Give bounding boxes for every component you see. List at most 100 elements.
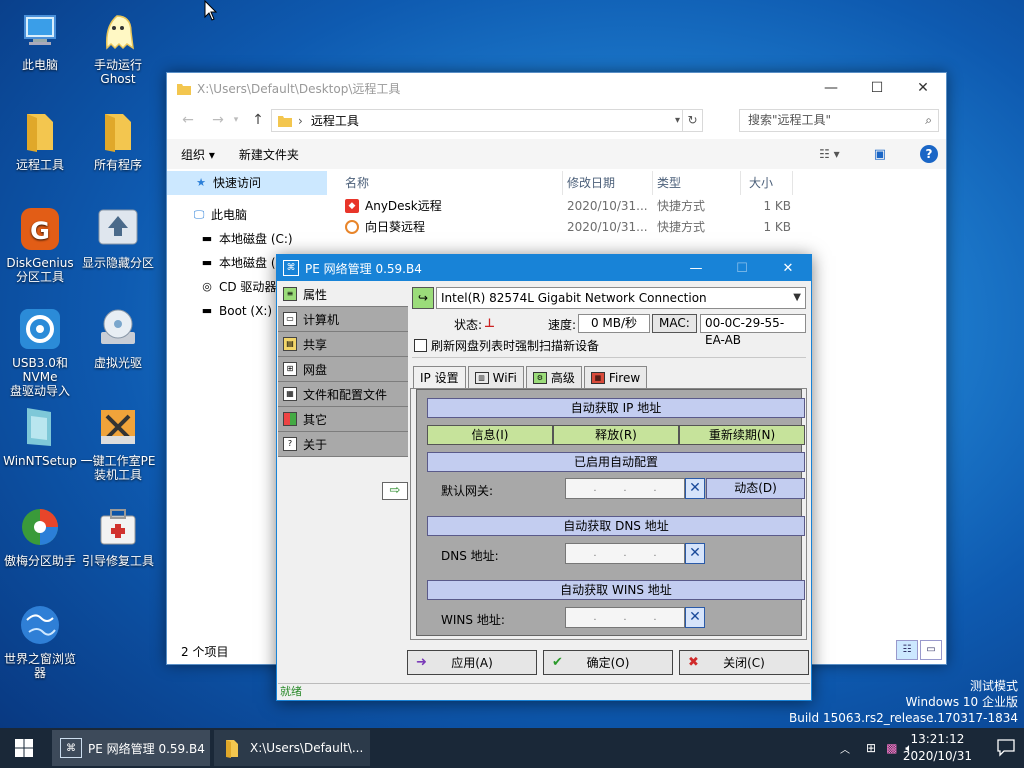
gateway-field[interactable]: ... <box>565 478 685 499</box>
sidebar-item-computer[interactable]: ▭ 计算机 <box>278 307 408 332</box>
adapter-select[interactable]: Intel(R) 82574L Gigabit Network Connecti… <box>436 287 806 309</box>
close-dialog-button[interactable]: ✖ 关闭(C) <box>679 650 809 675</box>
nav-drive-c[interactable]: ▬ 本地磁盘 (C:) <box>167 227 327 251</box>
column-name[interactable]: 名称 <box>337 171 563 195</box>
refresh-icon[interactable]: ↻ <box>682 110 702 131</box>
column-date[interactable]: 修改日期 <box>563 171 653 195</box>
notification-icon[interactable] <box>996 737 1018 759</box>
desktop-icon-label: 远程工具 <box>15 158 64 172</box>
maximize-button[interactable]: ☐ <box>719 255 765 281</box>
close-button[interactable]: ✕ <box>765 255 811 281</box>
nav-this-pc[interactable]: 🖵 此电脑 <box>167 203 327 227</box>
help-icon[interactable]: ? <box>920 145 938 163</box>
desktop-icon-boot-repair[interactable]: 引导修复工具 <box>78 504 158 568</box>
file-row[interactable]: 向日葵远程 2020/10/31... 快捷方式 1 KB <box>337 216 946 237</box>
clear-wins-icon[interactable]: ✕ <box>685 607 705 628</box>
file-list-header: 名称 修改日期 类型 大小 <box>337 171 946 195</box>
desktop-icon-aomei[interactable]: 傲梅分区助手 <box>0 504 80 568</box>
wins-auto-button[interactable]: 自动获取 WINS 地址 <box>427 580 805 600</box>
chevron-down-icon[interactable]: ▾ <box>229 115 243 125</box>
taskbar-item-explorer[interactable]: X:\Users\Default\... <box>214 730 370 766</box>
new-folder-button[interactable]: 新建文件夹 <box>239 146 299 163</box>
clear-gateway-icon[interactable]: ✕ <box>685 478 705 499</box>
column-type[interactable]: 类型 <box>653 171 741 195</box>
column-size[interactable]: 大小 <box>741 171 793 195</box>
auto-config-button[interactable]: 已启用自动配置 <box>427 452 805 472</box>
desktop-icon-winntsetup[interactable]: WinNTSetup <box>0 404 80 468</box>
checkbox[interactable] <box>414 339 427 352</box>
dynamic-button[interactable]: 动态(D) <box>706 478 805 499</box>
maximize-button[interactable]: ☐ <box>854 73 900 103</box>
ip-auto-button[interactable]: 自动获取 IP 地址 <box>427 398 805 418</box>
taskbar-item-pe-network[interactable]: ⌘ PE 网络管理 0.59.B4 <box>52 730 210 766</box>
tab-firewall[interactable]: ▦ Firew <box>583 366 648 388</box>
arrow-right-icon[interactable]: ⇨ <box>382 482 408 500</box>
desktop-icon-virtual-drive[interactable]: 虚拟光驱 <box>78 306 158 370</box>
adapter-value: Intel(R) 82574L Gigabit Network Connecti… <box>441 291 707 305</box>
renew-button[interactable]: 重新续期(N) <box>679 425 805 445</box>
nav-quick-access[interactable]: ★ 快速访问 <box>167 171 327 195</box>
large-icons-view-icon[interactable]: ▭ <box>920 640 942 660</box>
drive-icon: ▬ <box>201 232 213 245</box>
file-list: 名称 修改日期 类型 大小 ◆ AnyDesk远程 2020/10/31... … <box>337 171 946 237</box>
taskbar-clock[interactable]: 13:21:12 2020/10/31 <box>903 731 972 765</box>
desktop-icon-browser[interactable]: 世界之窗浏览 器 <box>0 602 80 680</box>
display-tray-icon[interactable]: ▩ <box>886 741 897 755</box>
chevron-down-icon[interactable]: ▾ <box>675 110 680 131</box>
sidebar-item-properties[interactable]: ≡ 属性 <box>278 282 408 307</box>
tab-ip-settings[interactable]: IP 设置 <box>413 366 466 389</box>
browser-icon <box>17 602 63 648</box>
desktop-icon-remote-tools[interactable]: 远程工具 <box>0 108 80 172</box>
winntsetup-icon <box>17 404 63 450</box>
release-button[interactable]: 释放(R) <box>553 425 679 445</box>
adapter-refresh-icon[interactable]: ↪ <box>412 287 434 309</box>
desktop-icon-diskgenius[interactable]: G DiskGenius 分区工具 <box>0 206 80 284</box>
preview-pane-icon[interactable]: ▣ <box>874 147 886 162</box>
search-input[interactable]: 搜索"远程工具" ⌕ <box>739 109 939 132</box>
file-date: 2020/10/31... <box>567 198 648 213</box>
forward-icon[interactable]: → <box>207 112 229 128</box>
chevron-up-icon[interactable]: ︿ <box>840 741 850 756</box>
dns-auto-button[interactable]: 自动获取 DNS 地址 <box>427 516 805 536</box>
desktop-icon-ghost[interactable]: 手动运行 Ghost <box>78 8 158 86</box>
mac-button[interactable]: MAC: <box>652 314 697 333</box>
tab-advanced[interactable]: ⚙ 高级 <box>525 366 582 388</box>
desktop-icon-this-pc[interactable]: 此电脑 <box>0 8 80 72</box>
dhcp-button-row: 信息(I) 释放(R) 重新续期(N) <box>427 425 805 445</box>
desktop-icon-pe-install[interactable]: 一键工作室PE 装机工具 <box>78 404 158 482</box>
details-view-icon[interactable]: ☷ <box>896 640 918 660</box>
file-row[interactable]: ◆ AnyDesk远程 2020/10/31... 快捷方式 1 KB <box>337 195 946 216</box>
sidebar-item-other[interactable]: 其它 <box>278 407 408 432</box>
button-label: 关闭(C) <box>723 656 765 670</box>
tab-wifi[interactable]: ▥ WiFi <box>467 366 524 388</box>
up-icon[interactable]: ↑ <box>247 112 269 128</box>
dns-field[interactable]: ... <box>565 543 685 564</box>
organize-button[interactable]: 组织 ▾ <box>181 146 215 163</box>
address-bar[interactable]: › 远程工具 ▾ ↻ <box>271 109 703 132</box>
clear-dns-icon[interactable]: ✕ <box>685 543 705 564</box>
apply-button[interactable]: ➜ 应用(A) <box>407 650 537 675</box>
diskgenius-icon: G <box>17 206 63 252</box>
info-button[interactable]: 信息(I) <box>427 425 553 445</box>
command-bar: 组织 ▾ 新建文件夹 ☷ ▾ ▣ ? <box>167 139 946 169</box>
network-tray-icon[interactable]: ⊞ <box>866 741 876 755</box>
refresh-scan-option[interactable]: 刷新网盘列表时强制扫描新设备 <box>414 337 599 354</box>
close-button[interactable]: ✕ <box>900 73 946 103</box>
start-button[interactable] <box>0 728 48 768</box>
desktop-icon-usb-driver[interactable]: USB3.0和NVMe 盘驱动导入 <box>0 306 80 398</box>
button-label: 确定(O) <box>586 656 630 670</box>
view-options-icon[interactable]: ☷ ▾ <box>819 147 840 161</box>
wins-field[interactable]: ... <box>565 607 685 628</box>
minimize-button[interactable]: — <box>673 255 719 281</box>
back-icon[interactable]: ← <box>177 112 199 128</box>
sidebar-item-netdisk[interactable]: ⊞ 网盘 <box>278 357 408 382</box>
desktop-icon-show-partition[interactable]: 显示隐藏分区 <box>78 206 158 270</box>
ok-button[interactable]: ✔ 确定(O) <box>543 650 673 675</box>
usb-driver-icon <box>17 306 63 352</box>
desktop-icon-all-programs[interactable]: 所有程序 <box>78 108 158 172</box>
network-icon: ⌘ <box>60 738 82 758</box>
sidebar-item-about[interactable]: ? 关于 <box>278 432 408 457</box>
sidebar-item-files-config[interactable]: ▦ 文件和配置文件 <box>278 382 408 407</box>
minimize-button[interactable]: — <box>808 73 854 103</box>
sidebar-item-share[interactable]: ▤ 共享 <box>278 332 408 357</box>
